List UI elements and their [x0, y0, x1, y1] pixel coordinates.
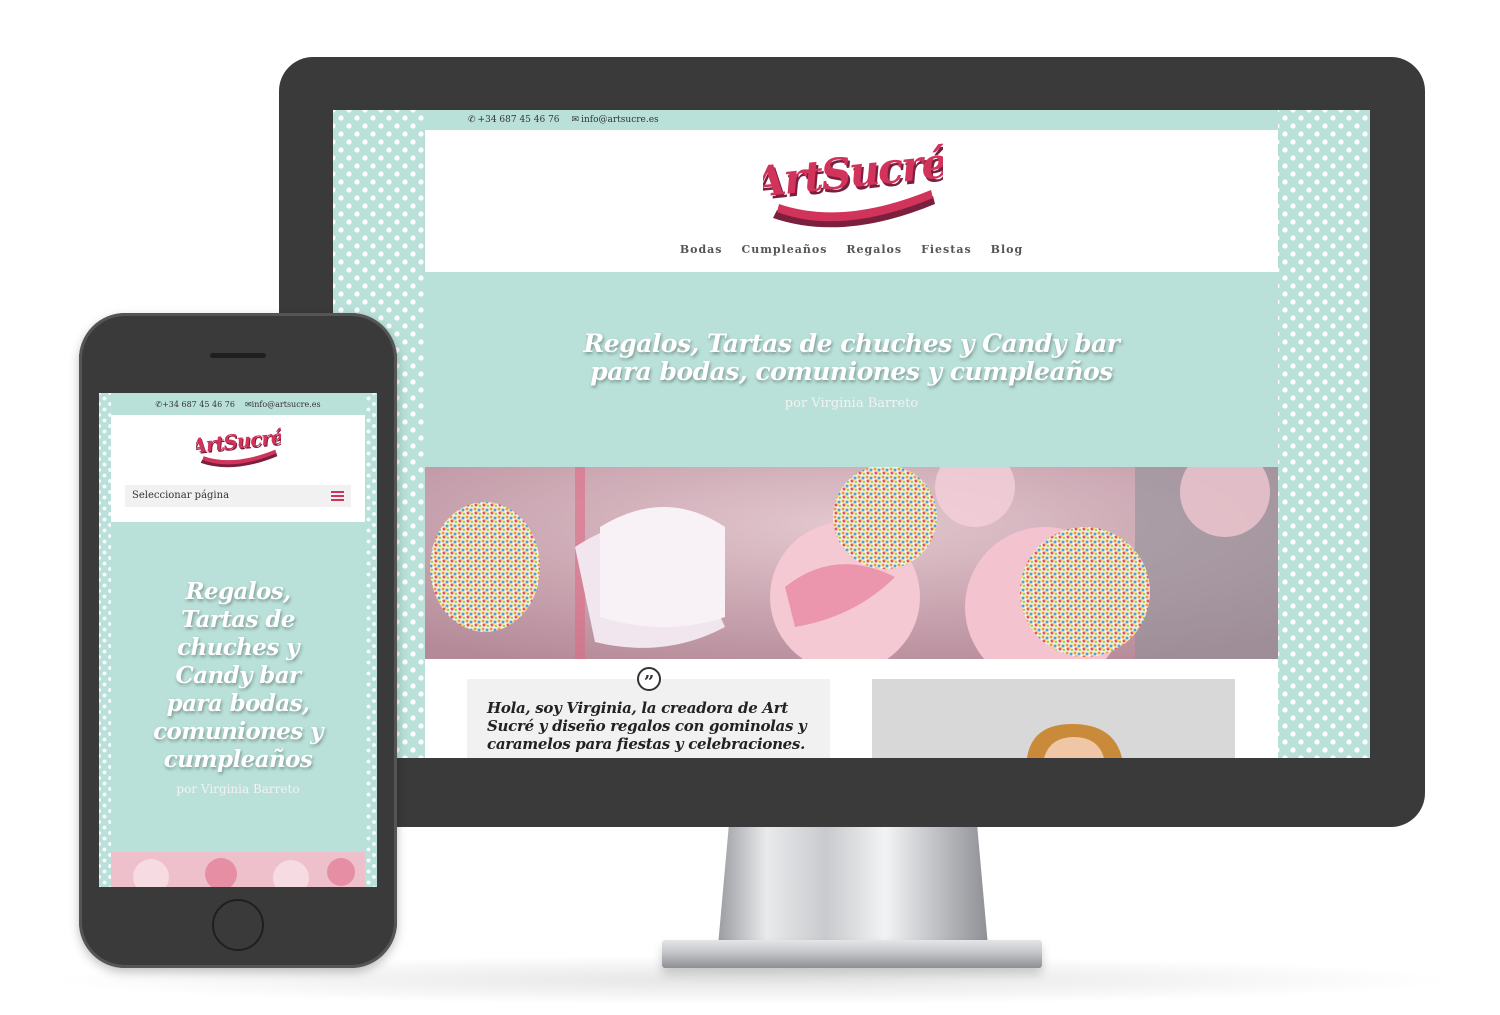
mobile-header: ArtSucré ArtSucré Seleccionar página — [111, 415, 365, 522]
hero-section: Regalos, Tartas de chuches y Candy bar p… — [425, 272, 1278, 467]
mail-icon: ✉ — [571, 115, 580, 125]
email-contact[interactable]: ✉ info@artsucre.es — [572, 115, 659, 125]
mobile-contact-bar: ✆+34 687 45 46 76 ✉info@artsucre.es — [111, 393, 365, 415]
mobile-artsucre-logo[interactable]: ArtSucré ArtSucré — [196, 425, 281, 470]
mobile-phone-number: +34 687 45 46 76 — [162, 399, 235, 409]
intro-quote: Hola, soy Virginia, la creadora de Art S… — [487, 699, 807, 753]
mobile-hero-byline: por Virginia Barreto — [176, 782, 300, 796]
site-header: ArtSucré ArtSucré Bodas Cumpleaños Regal… — [425, 130, 1278, 272]
phone-number: +34 687 45 46 76 — [477, 115, 560, 125]
mobile-candy-photo — [111, 852, 365, 887]
phone-speaker — [210, 353, 266, 358]
quote-icon: ” — [637, 667, 661, 693]
hero-title: Regalos, Tartas de chuches y Candy bar p… — [583, 329, 1120, 386]
nav-item-bodas[interactable]: Bodas — [680, 243, 723, 256]
mobile-email-address: info@artsucre.es — [251, 399, 321, 409]
mail-icon: ✉ — [244, 399, 252, 409]
nav-item-regalos[interactable]: Regalos — [846, 243, 902, 256]
page-select-label: Seleccionar página — [132, 490, 230, 501]
artsucre-logo[interactable]: ArtSucré ArtSucré — [763, 138, 943, 233]
email-address: info@artsucre.es — [581, 115, 659, 125]
nav-item-cumpleanos[interactable]: Cumpleaños — [741, 243, 827, 256]
phone-icon: ✆ — [468, 115, 476, 125]
mobile-email-contact[interactable]: ✉info@artsucre.es — [245, 400, 321, 409]
monitor-stand-base — [662, 940, 1042, 968]
phone-contact[interactable]: ✆ +34 687 45 46 76 — [468, 115, 560, 125]
portrait-photo — [872, 679, 1235, 758]
candy-photo — [425, 467, 1278, 659]
mobile-site: ✆+34 687 45 46 76 ✉info@artsucre.es ArtS… — [111, 393, 365, 887]
main-nav: Bodas Cumpleaños Regalos Fiestas Blog — [425, 243, 1278, 256]
hero-byline: por Virginia Barreto — [784, 396, 919, 411]
desktop-site: ✆ +34 687 45 46 76 ✉ info@artsucre.es ArtS… — [425, 110, 1278, 758]
page-select-dropdown[interactable]: Seleccionar página — [125, 485, 351, 507]
mobile-hero-title: Regalos, Tartas de chuches y Candy bar p… — [153, 578, 323, 773]
nav-item-blog[interactable]: Blog — [991, 243, 1024, 256]
top-contact-bar: ✆ +34 687 45 46 76 ✉ info@artsucre.es — [425, 110, 1278, 130]
mobile-screen: ✆+34 687 45 46 76 ✉info@artsucre.es ArtS… — [99, 393, 377, 887]
nav-item-fiestas[interactable]: Fiestas — [921, 243, 972, 256]
hamburger-menu-icon[interactable] — [331, 491, 344, 501]
desktop-screen: ✆ +34 687 45 46 76 ✉ info@artsucre.es ArtS… — [333, 110, 1370, 758]
home-button[interactable] — [212, 899, 264, 951]
intro-section: Hola, soy Virginia, la creadora de Art S… — [425, 659, 1278, 758]
mobile-phone-contact[interactable]: ✆+34 687 45 46 76 — [155, 400, 235, 409]
mobile-hero: Regalos, Tartas de chuches y Candy bar p… — [111, 522, 365, 852]
monitor-stand — [718, 826, 988, 946]
